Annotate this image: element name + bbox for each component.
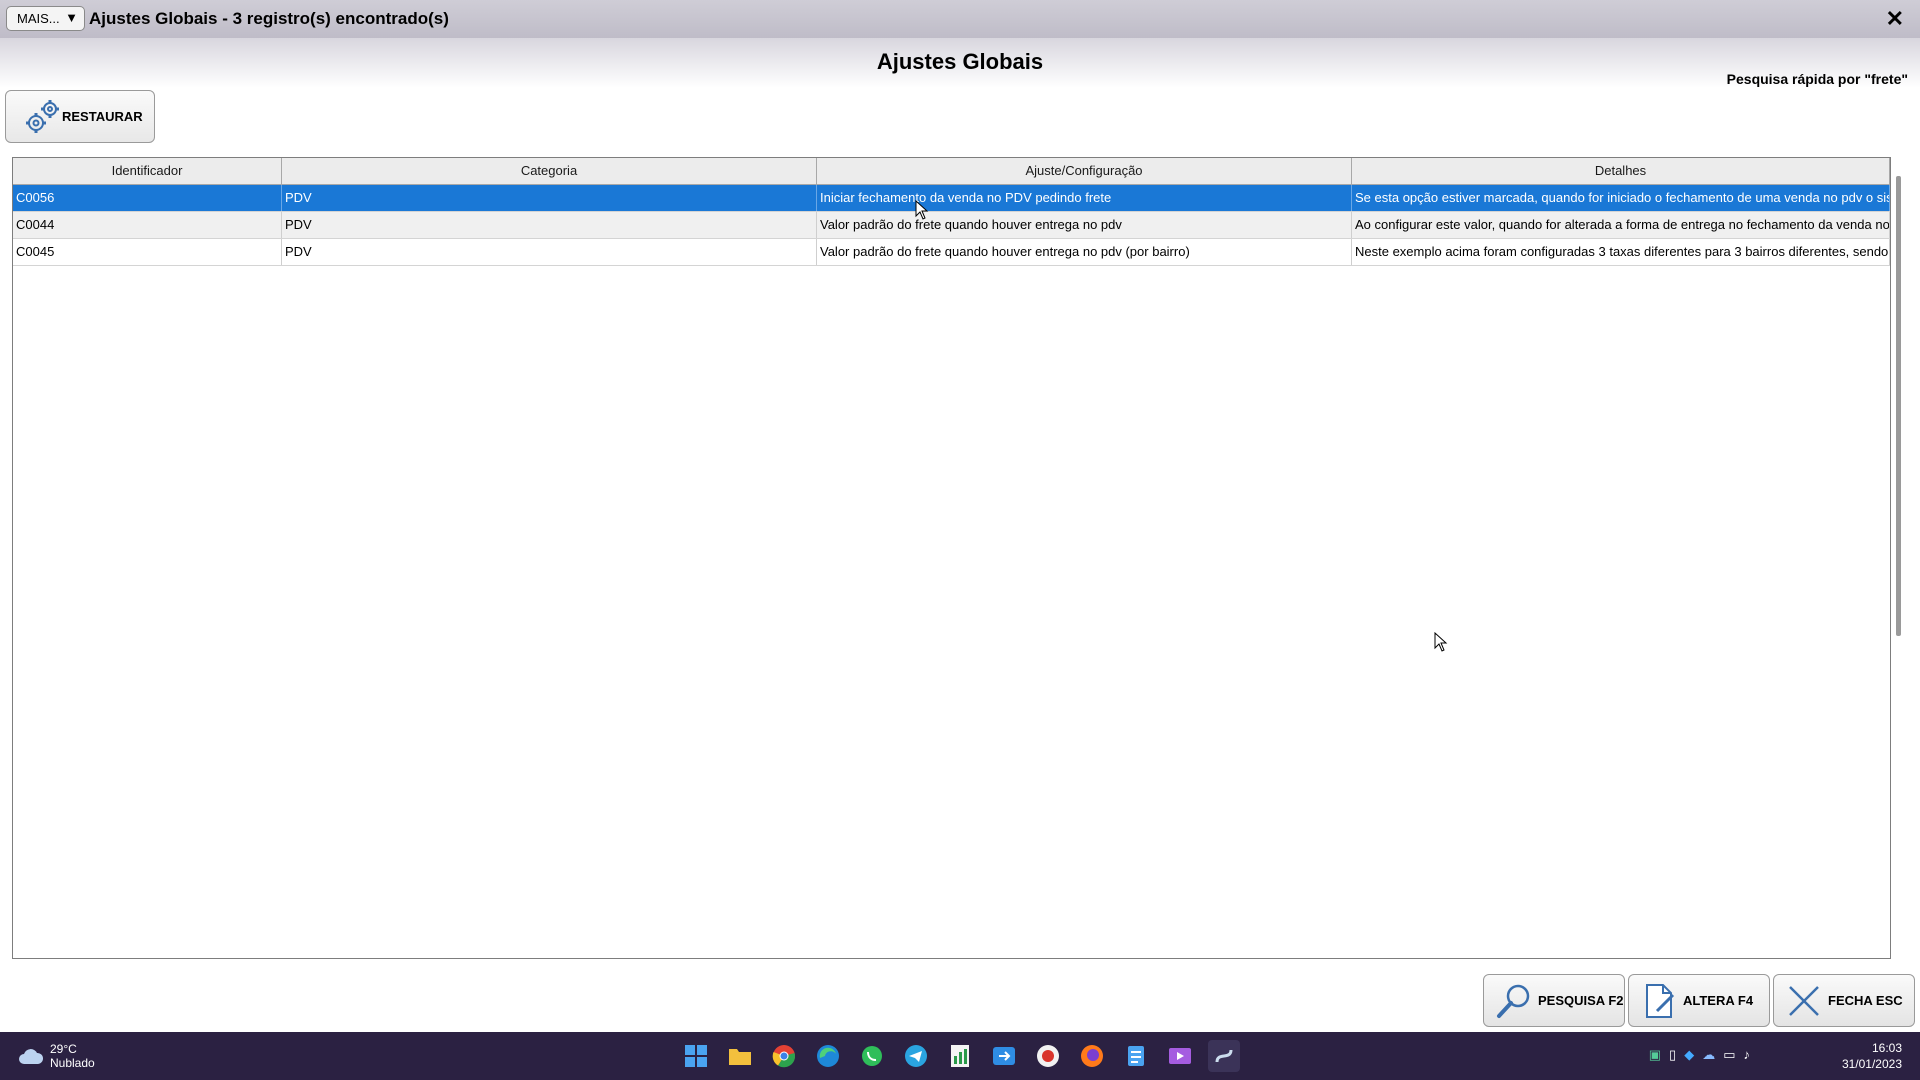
- clock-time: 16:03: [1871, 1041, 1902, 1055]
- column-header-identifier[interactable]: Identificador: [13, 158, 282, 184]
- taskbar: 29°C Nublado ▣ ▯ ◆ ☁ ▭ ♪ 16:03 31/01/202…: [0, 1032, 1920, 1080]
- cell-details: Ao configurar este valor, quando for alt…: [1352, 212, 1890, 238]
- page-title: Ajustes Globais: [876, 49, 1044, 74]
- chrome-icon[interactable]: [768, 1040, 800, 1072]
- whatsapp-icon[interactable]: [856, 1040, 888, 1072]
- window-title: Ajustes Globais - 3 registro(s) encontra…: [89, 9, 449, 28]
- network-icon[interactable]: ▭: [1723, 1047, 1735, 1063]
- cell-setting: Valor padrão do frete quando houver entr…: [817, 212, 1352, 238]
- search-button-label: PESQUISA F2: [1538, 993, 1624, 1008]
- taskbar-apps: [680, 1040, 1240, 1072]
- app-circle-icon[interactable]: [1032, 1040, 1064, 1072]
- usb-icon[interactable]: ▯: [1669, 1047, 1676, 1063]
- taskbar-clock[interactable]: 16:03 31/01/2023: [1842, 1040, 1902, 1072]
- cell-setting: Iniciar fechamento da venda no PDV pedin…: [817, 185, 1352, 211]
- telegram-icon[interactable]: [900, 1040, 932, 1072]
- clock-date: 31/01/2023: [1841, 1057, 1902, 1071]
- mouse-cursor-icon: [1434, 632, 1448, 652]
- windows-start-icon[interactable]: [680, 1040, 712, 1072]
- cell-setting: Valor padrão do frete quando houver entr…: [817, 239, 1352, 265]
- magnifier-icon: [1497, 984, 1530, 1018]
- cell-category: PDV: [282, 239, 817, 265]
- cell-category: PDV: [282, 185, 817, 211]
- cell-details: Se esta opção estiver marcada, quando fo…: [1352, 185, 1890, 211]
- document-edit-icon: [1646, 983, 1675, 1018]
- table-header: Identificador Categoria Ajuste/Configura…: [13, 158, 1890, 185]
- notepad-icon[interactable]: [1120, 1040, 1152, 1072]
- restore-button-label: RESTAURAR: [62, 109, 143, 124]
- close-button[interactable]: FECHA ESC: [1773, 974, 1915, 1027]
- video-editor-icon[interactable]: [1164, 1040, 1196, 1072]
- column-header-details[interactable]: Detalhes: [1352, 158, 1890, 184]
- restore-button[interactable]: RESTAURAR: [5, 90, 155, 143]
- close-icon[interactable]: ✕: [1886, 6, 1904, 32]
- search-button[interactable]: PESQUISA F2: [1483, 974, 1625, 1027]
- gears-icon: [26, 99, 59, 133]
- tray-app-icon[interactable]: ▣: [1649, 1047, 1661, 1063]
- table-row[interactable]: C0056 PDV Iniciar fechamento da venda no…: [13, 185, 1890, 212]
- system-tray: ▣ ▯ ◆ ☁ ▭ ♪: [1649, 1047, 1750, 1063]
- settings-table[interactable]: Identificador Categoria Ajuste/Configura…: [12, 157, 1891, 959]
- column-header-category[interactable]: Categoria: [282, 158, 817, 184]
- column-header-setting[interactable]: Ajuste/Configuração: [817, 158, 1352, 184]
- shield-icon[interactable]: ◆: [1684, 1047, 1694, 1063]
- mouse-cursor-icon: [915, 200, 929, 220]
- more-menu-label: MAIS...: [17, 11, 60, 26]
- table-scrollbar[interactable]: [1896, 176, 1901, 636]
- more-menu-button[interactable]: MAIS... ▼: [6, 6, 85, 31]
- table-row[interactable]: C0044 PDV Valor padrão do frete quando h…: [13, 212, 1890, 239]
- system-app-icon[interactable]: [1208, 1040, 1240, 1072]
- edit-button-label: ALTERA F4: [1683, 993, 1754, 1008]
- file-explorer-icon[interactable]: [724, 1040, 756, 1072]
- weather-temperature: 29°C: [50, 1042, 77, 1056]
- spreadsheet-icon[interactable]: [944, 1040, 976, 1072]
- cloud-sync-icon[interactable]: ☁: [1702, 1047, 1715, 1063]
- cell-identifier: C0056: [13, 185, 282, 211]
- title-bar: MAIS... ▼ Ajustes Globais - 3 registro(s…: [0, 0, 1920, 38]
- edit-button[interactable]: ALTERA F4: [1628, 974, 1770, 1027]
- cell-category: PDV: [282, 212, 817, 238]
- firefox-icon[interactable]: [1076, 1040, 1108, 1072]
- close-x-icon: [1789, 985, 1819, 1016]
- weather-description: Nublado: [50, 1056, 95, 1070]
- remote-app-icon[interactable]: [988, 1040, 1020, 1072]
- table-row[interactable]: C0045 PDV Valor padrão do frete quando h…: [13, 239, 1890, 266]
- dropdown-arrow-icon: ▼: [65, 10, 78, 25]
- edge-icon[interactable]: [812, 1040, 844, 1072]
- volume-icon[interactable]: ♪: [1744, 1047, 1751, 1063]
- cell-identifier: C0045: [13, 239, 282, 265]
- close-button-label: FECHA ESC: [1828, 993, 1903, 1008]
- cell-details: Neste exemplo acima foram configuradas 3…: [1352, 239, 1890, 265]
- quick-search-label: Pesquisa rápida por "frete": [1726, 71, 1908, 87]
- cloud-icon: [19, 1049, 44, 1064]
- weather-widget[interactable]: 29°C Nublado: [18, 1042, 95, 1070]
- cell-identifier: C0044: [13, 212, 282, 238]
